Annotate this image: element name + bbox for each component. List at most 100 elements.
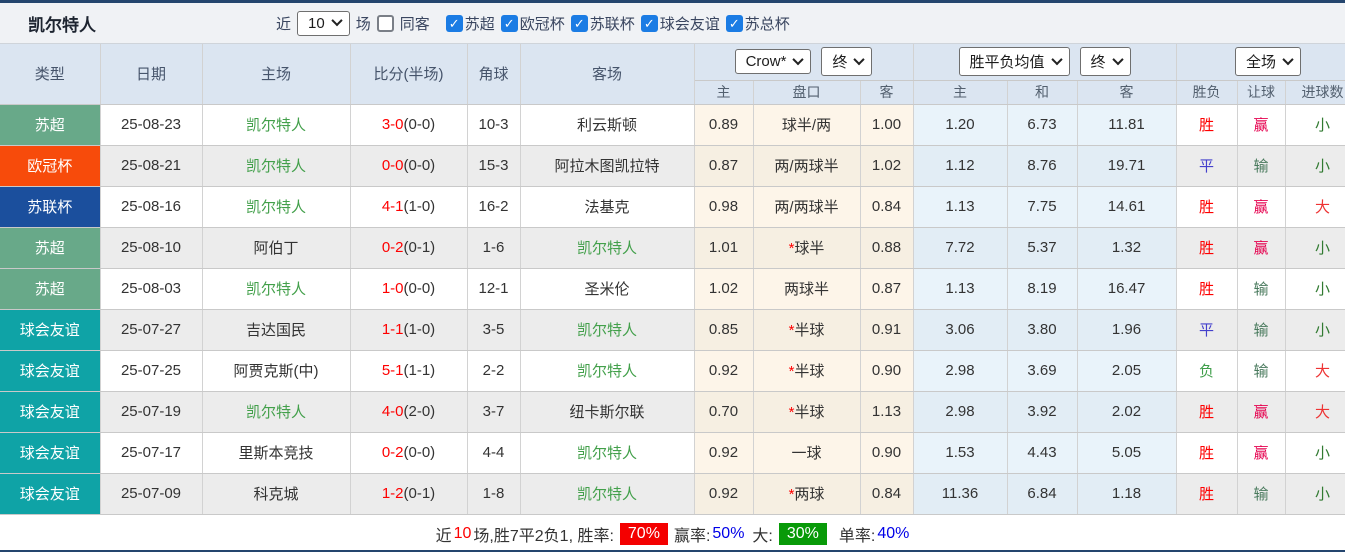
score-cell: 5-1(1-1) bbox=[350, 350, 467, 391]
avg-draw-cell: 4.43 bbox=[1007, 432, 1077, 473]
result-cell: 平 bbox=[1176, 309, 1237, 350]
type-badge: 苏超 bbox=[0, 268, 100, 309]
type-badge: 球会友谊 bbox=[0, 391, 100, 432]
avg-away-cell: 19.71 bbox=[1077, 145, 1176, 186]
goals-cell: 小 bbox=[1285, 227, 1345, 268]
league-checkbox[interactable]: ✓ bbox=[501, 15, 518, 32]
avg-away-cell: 1.32 bbox=[1077, 227, 1176, 268]
home-team-cell[interactable]: 凯尔特人 bbox=[202, 145, 350, 186]
recent-count-select[interactable]: 10 bbox=[297, 11, 350, 36]
corners-cell: 12-1 bbox=[467, 268, 520, 309]
summary-recent-label: 近 bbox=[436, 522, 452, 546]
home-team-cell[interactable]: 科克城 bbox=[202, 473, 350, 514]
same-away-checkbox[interactable] bbox=[377, 15, 394, 32]
table-row: 苏超25-08-10阿伯丁0-2(0-1)1-6凯尔特人1.01*球半0.887… bbox=[0, 227, 1345, 268]
score-half: (0-0) bbox=[404, 280, 436, 297]
top-bar: 凯尔特人 近 10 场 同客 ✓苏超✓欧冠杯✓苏联杯✓球会友谊✓苏总杯 bbox=[0, 3, 1345, 44]
league-checkbox-label: 苏总杯 bbox=[745, 13, 790, 34]
corners-cell: 3-7 bbox=[467, 391, 520, 432]
away-team-cell[interactable]: 凯尔特人 bbox=[520, 227, 694, 268]
goals-cell: 大 bbox=[1285, 391, 1345, 432]
table-row: 苏超25-08-03凯尔特人1-0(0-0)12-1圣米伦1.02两球半0.87… bbox=[0, 268, 1345, 309]
summary-footer: 近10场,胜7平2负1, 胜率: 70% 赢率:50% 大: 30% 单率:40… bbox=[0, 515, 1345, 552]
odds-away-cell: 0.90 bbox=[860, 350, 913, 391]
home-team-cell[interactable]: 阿伯丁 bbox=[202, 227, 350, 268]
handicap-result-cell: 赢 bbox=[1237, 391, 1285, 432]
odds-home-cell: 0.89 bbox=[694, 104, 753, 145]
same-away-label: 同客 bbox=[400, 13, 430, 34]
handicap-cell: 两/两球半 bbox=[753, 145, 860, 186]
league-checkbox[interactable]: ✓ bbox=[446, 15, 463, 32]
league-checkbox[interactable]: ✓ bbox=[571, 15, 588, 32]
league-checkbox[interactable]: ✓ bbox=[641, 15, 658, 32]
date-cell: 25-07-25 bbox=[100, 350, 202, 391]
away-team-cell[interactable]: 圣米伦 bbox=[520, 268, 694, 309]
table-row: 球会友谊25-07-25阿贾克斯(中)5-1(1-1)2-2凯尔特人0.92*半… bbox=[0, 350, 1345, 391]
score-main: 0-2 bbox=[382, 444, 404, 461]
handicap-cell: 球半/两 bbox=[753, 104, 860, 145]
corners-cell: 3-5 bbox=[467, 309, 520, 350]
subheader-odds-home: 主 bbox=[694, 80, 753, 104]
away-team-cell[interactable]: 法基克 bbox=[520, 186, 694, 227]
odds-time-select[interactable]: 终 bbox=[821, 47, 872, 76]
scope-select[interactable]: 全场 bbox=[1235, 47, 1301, 76]
away-team-cell[interactable]: 利云斯顿 bbox=[520, 104, 694, 145]
odds-time-value: 终 bbox=[832, 51, 847, 72]
away-team-cell[interactable]: 凯尔特人 bbox=[520, 432, 694, 473]
away-team-cell[interactable]: 纽卡斯尔联 bbox=[520, 391, 694, 432]
avg-time-select[interactable]: 终 bbox=[1080, 47, 1131, 76]
corners-cell: 10-3 bbox=[467, 104, 520, 145]
date-cell: 25-08-03 bbox=[100, 268, 202, 309]
handicap-cell: *球半 bbox=[753, 227, 860, 268]
away-team-cell[interactable]: 凯尔特人 bbox=[520, 309, 694, 350]
chevron-down-icon bbox=[1282, 54, 1293, 65]
odds-source-select[interactable]: Crow* bbox=[735, 49, 812, 74]
handicap-star: * bbox=[789, 486, 795, 503]
score-cell: 0-0(0-0) bbox=[350, 145, 467, 186]
handicap-cell: *半球 bbox=[753, 309, 860, 350]
odds-home-cell: 1.02 bbox=[694, 268, 753, 309]
home-team-cell[interactable]: 吉达国民 bbox=[202, 309, 350, 350]
handicap-star: * bbox=[789, 404, 795, 421]
score-main: 1-1 bbox=[382, 321, 404, 338]
score-half: (0-0) bbox=[404, 116, 436, 133]
score-main: 4-0 bbox=[382, 403, 404, 420]
date-cell: 25-07-19 bbox=[100, 391, 202, 432]
score-half: (1-1) bbox=[404, 362, 436, 379]
avg-metric-select[interactable]: 胜平负均值 bbox=[959, 47, 1070, 76]
odds-away-cell: 1.00 bbox=[860, 104, 913, 145]
home-team-cell[interactable]: 凯尔特人 bbox=[202, 104, 350, 145]
scope-value: 全场 bbox=[1246, 51, 1276, 72]
score-half: (0-0) bbox=[404, 444, 436, 461]
handicap-result-cell: 赢 bbox=[1237, 186, 1285, 227]
away-team-cell[interactable]: 凯尔特人 bbox=[520, 473, 694, 514]
handicap-result-cell: 输 bbox=[1237, 309, 1285, 350]
avg-draw-cell: 5.37 bbox=[1007, 227, 1077, 268]
home-team-cell[interactable]: 凯尔特人 bbox=[202, 391, 350, 432]
recent-count-value: 10 bbox=[308, 15, 325, 32]
league-checkbox[interactable]: ✓ bbox=[726, 15, 743, 32]
home-team-cell[interactable]: 凯尔特人 bbox=[202, 186, 350, 227]
handicap-cell: 两球半 bbox=[753, 268, 860, 309]
corners-cell: 4-4 bbox=[467, 432, 520, 473]
score-cell: 0-2(0-1) bbox=[350, 227, 467, 268]
score-main: 4-1 bbox=[382, 198, 404, 215]
avg-draw-cell: 6.84 bbox=[1007, 473, 1077, 514]
home-team-cell[interactable]: 阿贾克斯(中) bbox=[202, 350, 350, 391]
league-checkbox-label: 苏联杯 bbox=[590, 13, 635, 34]
home-team-cell[interactable]: 凯尔特人 bbox=[202, 268, 350, 309]
subheader-handicap-result: 让球 bbox=[1237, 80, 1285, 104]
score-main: 0-0 bbox=[382, 157, 404, 174]
score-half: (0-1) bbox=[404, 485, 436, 502]
subheader-odds-away: 客 bbox=[860, 80, 913, 104]
home-team-cell[interactable]: 里斯本竞技 bbox=[202, 432, 350, 473]
away-team-cell[interactable]: 凯尔特人 bbox=[520, 350, 694, 391]
away-team-cell[interactable]: 阿拉木图凯拉特 bbox=[520, 145, 694, 186]
summary-count: 10 bbox=[454, 525, 472, 543]
handicap-result-cell: 输 bbox=[1237, 145, 1285, 186]
score-cell: 1-0(0-0) bbox=[350, 268, 467, 309]
odds-away-cell: 0.88 bbox=[860, 227, 913, 268]
type-badge: 球会友谊 bbox=[0, 309, 100, 350]
date-cell: 25-07-17 bbox=[100, 432, 202, 473]
odds-away-cell: 1.02 bbox=[860, 145, 913, 186]
